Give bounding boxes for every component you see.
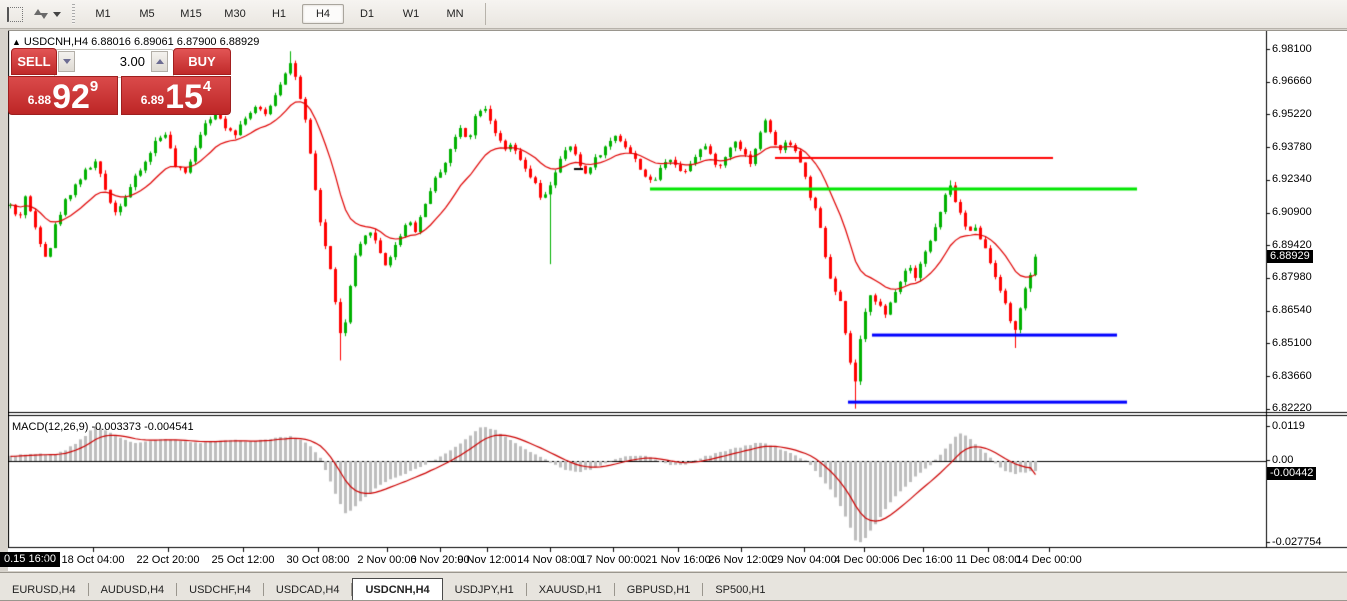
time-axis-label: 14 Dec 00:00 [1016, 554, 1081, 566]
price-axis-label: 6.83660 [1272, 370, 1344, 382]
timeframe-d1[interactable]: D1 [346, 4, 388, 24]
timeframe-mn[interactable]: MN [434, 4, 476, 24]
triangle-down-icon [63, 59, 71, 64]
tab-usdcad[interactable]: USDCAD,H4 [264, 580, 352, 600]
tab-eurusd[interactable]: EURUSD,H4 [0, 580, 88, 600]
time-axis-label: 2 Nov 00:00 [357, 554, 416, 566]
price-axis-label: 6.90900 [1272, 206, 1344, 218]
tab-usdjpy[interactable]: USDJPY,H1 [443, 580, 526, 600]
chart-window: ▲USDCNH,H4 6.88016 6.89061 6.87900 6.889… [8, 30, 1347, 571]
toolbar-separator [485, 3, 486, 25]
sell-price-pip: 9 [90, 78, 98, 95]
price-axis-label: 6.85100 [1272, 337, 1344, 349]
time-axis-partial-label: 8 [42, 554, 48, 566]
current-price-tag: 6.88929 [1267, 250, 1313, 263]
macd-axis-label: 0.00 [1272, 454, 1344, 466]
chart-tab-bar: EURUSD,H4AUDUSD,H4USDCHF,H4USDCAD,H4USDC… [0, 572, 1347, 601]
timeframe-w1[interactable]: W1 [390, 4, 432, 24]
volume-increase-button[interactable] [151, 51, 168, 72]
triangle-up-icon [156, 59, 164, 64]
tab-sp500[interactable]: SP500,H1 [703, 580, 777, 600]
timeframe-h4[interactable]: H4 [302, 4, 344, 24]
time-axis-label: 26 Nov 12:00 [708, 554, 773, 566]
chart-shift-icon[interactable] [4, 4, 26, 24]
price-axis-label: 6.87980 [1272, 271, 1344, 283]
time-axis-label: 11 Dec 08:00 [956, 554, 1021, 566]
sell-price-prefix: 6.88 [28, 93, 51, 107]
price-axis-label: 6.93780 [1272, 141, 1344, 153]
price-axis-label: 6.92340 [1272, 173, 1344, 185]
price-axis-label: 6.82220 [1272, 402, 1344, 414]
chart-title: ▲USDCNH,H4 6.88016 6.89061 6.87900 6.889… [12, 36, 259, 48]
timeframe-h1[interactable]: H1 [258, 4, 300, 24]
timeframe-m30[interactable]: M30 [214, 4, 256, 24]
timeframe-m5[interactable]: M5 [126, 4, 168, 24]
sell-button[interactable]: SELL [11, 48, 57, 75]
price-axis-label: 6.95220 [1272, 108, 1344, 120]
timeframe-toolbar: M1M5M15M30H1H4D1W1MN [0, 0, 1347, 29]
time-axis-label: 21 Nov 16:00 [645, 554, 710, 566]
quick-trade-arrows-icon[interactable] [30, 4, 64, 24]
buy-price-display[interactable]: 6.89154 [121, 76, 231, 115]
tab-xauusd[interactable]: XAUUSD,H1 [527, 580, 614, 600]
tab-audusd[interactable]: AUDUSD,H4 [89, 580, 177, 600]
time-axis-label: 9 Nov 12:00 [457, 554, 516, 566]
sell-price-display[interactable]: 6.88929 [8, 76, 118, 115]
mt4-terminal: M1M5M15M30H1H4D1W1MN ▲USDCNH,H4 6.88016 … [0, 0, 1347, 601]
time-axis-label: 6 Dec 16:00 [893, 554, 952, 566]
tab-usdchf[interactable]: USDCHF,H4 [177, 580, 263, 600]
buy-price-prefix: 6.89 [141, 93, 164, 107]
timeframe-m1[interactable]: M1 [82, 4, 124, 24]
price-axis-label: 6.96660 [1272, 75, 1344, 87]
toolbar-grip[interactable] [72, 4, 75, 24]
timeframe-buttons: M1M5M15M30H1H4D1W1MN [81, 4, 477, 24]
price-axis-label: 6.89420 [1272, 239, 1344, 251]
time-axis-label: 14 Nov 08:00 [517, 554, 582, 566]
sell-price-main: 92 [52, 82, 90, 112]
time-axis-label: 22 Oct 20:00 [137, 554, 200, 566]
price-axis-label: 6.86540 [1272, 304, 1344, 316]
time-axis-label: 17 Nov 00:00 [580, 554, 645, 566]
time-axis-label: 29 Nov 04:00 [771, 554, 836, 566]
tab-gbpusd[interactable]: GBPUSD,H1 [615, 580, 703, 600]
tab-usdcnh[interactable]: USDCNH,H4 [352, 578, 442, 600]
timeframe-m15[interactable]: M15 [170, 4, 212, 24]
time-axis-label: 4 Dec 00:00 [834, 554, 893, 566]
time-axis-label: 25 Oct 12:00 [212, 554, 275, 566]
macd-indicator-label: MACD(12,26,9) -0.003373 -0.004541 [12, 421, 194, 433]
buy-price-pip: 4 [203, 78, 211, 95]
macd-axis-label: -0.027754 [1272, 536, 1344, 548]
one-click-trade-panel: SELL BUY 6.88929 6.89154 [8, 48, 234, 115]
chart-marker-icon: ▲ [12, 37, 21, 47]
time-axis-label: 18 Oct 04:00 [62, 554, 125, 566]
macd-axis-label: 0.0119 [1272, 420, 1344, 432]
time-axis-label: 30 Oct 08:00 [287, 554, 350, 566]
volume-input[interactable] [76, 51, 150, 72]
price-axis-label: 6.98100 [1272, 43, 1344, 55]
selected-time-tag: 0.15 16:00 [0, 552, 60, 567]
buy-price-main: 15 [165, 82, 203, 112]
macd-value-tag: -0.00442 [1267, 467, 1316, 480]
buy-button[interactable]: BUY [173, 48, 231, 75]
volume-decrease-button[interactable] [58, 51, 75, 72]
dropdown-caret-icon[interactable] [53, 12, 61, 17]
